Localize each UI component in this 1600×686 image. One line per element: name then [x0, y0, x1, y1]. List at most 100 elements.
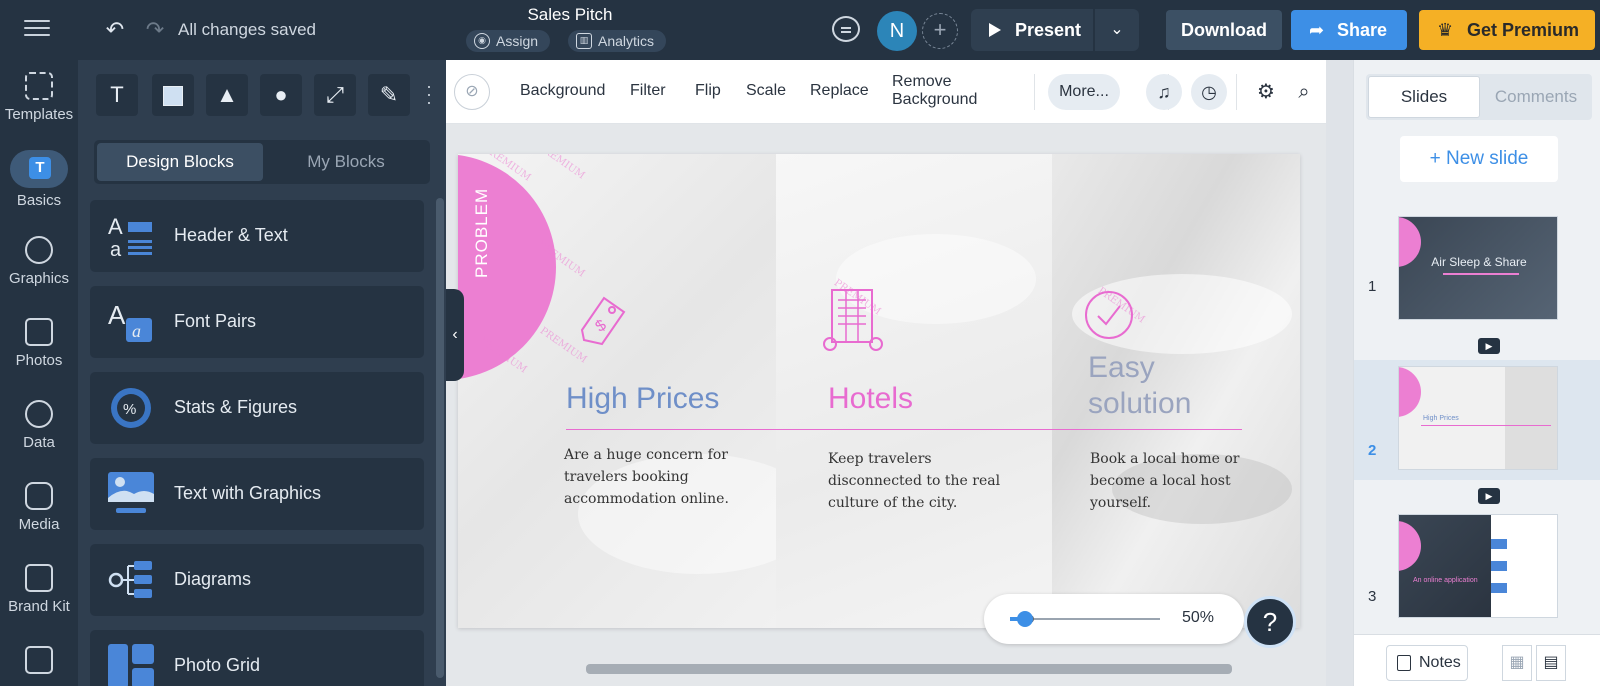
more-options-icon[interactable]: · · · — [426, 77, 432, 111]
line-tool-icon[interactable]: ⤢ — [314, 74, 356, 116]
timer-icon[interactable]: ◷ — [1191, 74, 1227, 110]
slides-footer: Notes ▦ ▤ — [1354, 634, 1600, 686]
tab-my-blocks[interactable]: My Blocks — [266, 143, 426, 181]
blocks-tabs: Design Blocks My Blocks — [94, 140, 430, 184]
text-tool-icon[interactable]: T — [96, 74, 138, 116]
nav-item-photos[interactable]: Photos — [0, 306, 78, 386]
svg-text:$: $ — [592, 317, 609, 336]
nav-item-templates[interactable]: Templates — [0, 60, 78, 140]
block-diagrams[interactable]: Diagrams — [90, 544, 424, 616]
undo-icon[interactable]: ↶ — [102, 17, 128, 43]
brush-tool-icon[interactable]: ✎ — [368, 74, 410, 116]
document-title[interactable]: Sales Pitch — [480, 5, 660, 25]
block-stats-figures[interactable]: % Stats & Figures — [90, 372, 424, 444]
share-arrow-icon: ➦ — [1309, 20, 1325, 40]
share-button[interactable]: ➦ Share — [1291, 10, 1407, 50]
thumb-title: An online application — [1413, 577, 1478, 584]
transparency-icon[interactable]: ⊘ — [454, 74, 490, 110]
thumb-badge — [1399, 367, 1421, 417]
get-premium-button[interactable]: ♛ Get Premium — [1419, 10, 1595, 50]
new-slide-button[interactable]: + New slide — [1400, 136, 1558, 182]
flip-button[interactable]: Flip — [695, 82, 721, 100]
transition-icon[interactable]: ▶ — [1478, 338, 1500, 354]
header-text-icon: A a — [108, 214, 152, 258]
slide-thumbnail-row-selected[interactable]: 2 High Prices — [1354, 360, 1600, 480]
redo-icon[interactable]: ↷ — [142, 17, 168, 43]
block-header-text[interactable]: A a Header & Text — [90, 200, 424, 272]
help-button[interactable]: ? — [1244, 596, 1296, 648]
more-button[interactable]: More... — [1048, 74, 1120, 110]
col3-text[interactable]: Book a local home or become a local host… — [1090, 448, 1250, 514]
slide-thumbnail[interactable]: High Prices — [1398, 366, 1558, 470]
stats-figures-icon: % — [111, 388, 151, 428]
nav-item-brand-kit[interactable]: Brand Kit — [0, 552, 78, 632]
present-button[interactable]: Present — [971, 9, 1093, 51]
grid-view-icon[interactable]: ▦ — [1502, 645, 1532, 681]
remove-bg-line2: Background — [892, 91, 978, 108]
list-view-icon[interactable]: ▤ — [1536, 645, 1566, 681]
nav-item-data[interactable]: Data — [0, 388, 78, 468]
transition-icon[interactable]: ▶ — [1478, 488, 1500, 504]
circle-tool-icon[interactable]: ● — [260, 74, 302, 116]
tab-comments[interactable]: Comments — [1482, 76, 1590, 118]
nav-label: Photos — [15, 352, 63, 369]
block-text-with-graphics[interactable]: Text with Graphics — [90, 458, 424, 530]
nav-item-folder[interactable] — [0, 634, 78, 686]
search-icon[interactable]: ⌕ — [1290, 78, 1318, 106]
col2-text[interactable]: Keep travelers disconnected to the real … — [828, 448, 1008, 514]
tab-slides[interactable]: Slides — [1368, 76, 1480, 118]
rectangle-tool-icon[interactable] — [152, 74, 194, 116]
col1-title[interactable]: High Prices — [566, 382, 719, 416]
slide-thumbnail[interactable]: Air Sleep & Share — [1398, 216, 1558, 320]
nav-item-graphics[interactable]: Graphics — [0, 224, 78, 304]
thumb-column — [1505, 367, 1557, 469]
panel-scrollbar[interactable] — [436, 198, 444, 678]
menu-icon[interactable] — [24, 20, 50, 38]
tab-design-blocks[interactable]: Design Blocks — [97, 143, 263, 181]
download-button[interactable]: Download — [1166, 10, 1282, 50]
slide-thumbnail[interactable]: An online application — [1398, 514, 1558, 618]
comment-icon[interactable] — [832, 16, 860, 42]
zoom-slider-handle[interactable] — [1017, 611, 1033, 627]
problem-label: PROBLEM — [472, 187, 491, 278]
filter-button[interactable]: Filter — [630, 82, 666, 100]
block-label: Diagrams — [174, 569, 252, 589]
notes-button[interactable]: Notes — [1386, 645, 1468, 681]
nav-item-basics[interactable]: Basics — [0, 142, 78, 222]
diagrams-icon — [108, 561, 152, 598]
replace-button[interactable]: Replace — [810, 82, 869, 100]
canvas-area: ‹ PROBLEM PREMIUM PREMIUM PREMIUM PREMIU… — [446, 124, 1326, 686]
block-font-pairs[interactable]: A a Font Pairs — [90, 286, 424, 358]
analytics-button[interactable]: ▥ Analytics — [568, 30, 667, 52]
col3-title[interactable]: Easy solution — [1088, 350, 1191, 422]
svg-text:%: % — [123, 401, 136, 418]
collapse-panel-button[interactable]: ‹ — [446, 289, 464, 381]
remove-background-button[interactable]: Remove Background — [892, 73, 977, 109]
brand-kit-icon — [25, 564, 53, 592]
font-pairs-icon: A a — [108, 300, 152, 342]
background-button[interactable]: Background — [520, 82, 605, 100]
horizontal-scrollbar[interactable] — [586, 664, 1232, 674]
nav-item-media[interactable]: Media — [0, 470, 78, 550]
share-label: Share — [1337, 20, 1388, 40]
block-label: Text with Graphics — [174, 483, 322, 503]
add-collaborator-icon[interactable]: + — [922, 13, 958, 49]
slide-canvas[interactable]: PROBLEM PREMIUM PREMIUM PREMIUM PREMIUM … — [458, 154, 1300, 628]
assign-button[interactable]: ◉ Assign — [466, 30, 551, 52]
block-photo-grid[interactable]: Photo Grid — [90, 630, 424, 686]
present-dropdown[interactable]: ⌄ — [1095, 9, 1139, 51]
nav-label: Media — [18, 516, 60, 533]
slide-thumbnail-row[interactable]: 1 Air Sleep & Share — [1354, 196, 1600, 320]
settings-icon[interactable]: ⚙ — [1252, 78, 1280, 106]
avatar[interactable]: N — [877, 11, 917, 51]
zoom-level[interactable]: 50% — [1182, 609, 1214, 627]
remove-bg-line1: Remove — [892, 73, 952, 90]
audio-icon[interactable]: ♫ — [1146, 74, 1182, 110]
scale-button[interactable]: Scale — [746, 82, 786, 100]
save-status: All changes saved — [178, 20, 316, 39]
col1-text[interactable]: Are a huge concern for travelers booking… — [564, 444, 744, 510]
present-label: Present — [1015, 20, 1082, 40]
triangle-tool-icon[interactable]: ▲ — [206, 74, 248, 116]
slide-thumbnail-row[interactable]: 3 An online application — [1354, 506, 1600, 626]
col2-title[interactable]: Hotels — [828, 382, 913, 416]
